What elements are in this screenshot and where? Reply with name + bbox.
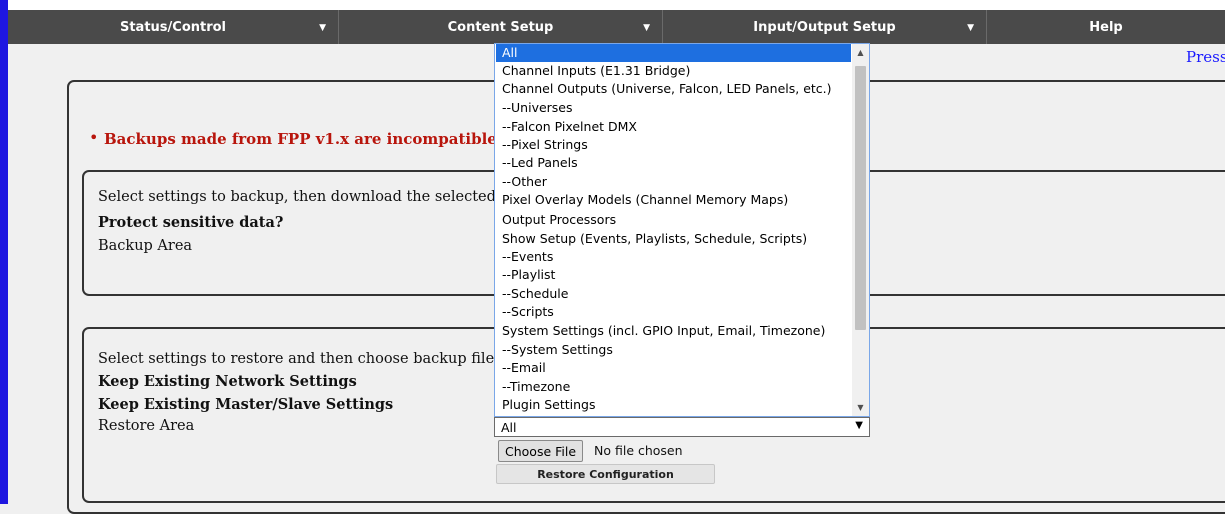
nav-label: Status/Control [119, 19, 227, 35]
dropdown-option[interactable]: --Led Panels [496, 154, 851, 172]
nav-label: Help [1089, 19, 1123, 35]
dropdown-option[interactable]: System Settings (incl. GPIO Input, Email… [496, 322, 851, 340]
nav-content-setup[interactable]: Content Setup ▼ [339, 10, 663, 44]
dropdown-option[interactable]: --Timezone [496, 378, 851, 396]
restore-configuration-button[interactable]: Restore Configuration [496, 464, 715, 484]
nav-status-control[interactable]: Status/Control ▼ [8, 10, 339, 44]
dropdown-option[interactable]: --Other [496, 173, 851, 191]
caret-down-icon: ▼ [643, 23, 650, 33]
dropdown-option[interactable]: --Scripts [496, 303, 851, 321]
protect-sensitive-label: Protect sensitive data? [98, 214, 284, 231]
chevron-down-icon: ▼ [855, 420, 863, 431]
dropdown-option[interactable]: All [496, 44, 851, 62]
dropdown-option[interactable]: Plugin Settings [496, 396, 851, 414]
dropdown-scrollbar[interactable]: ▲ ▼ [852, 44, 869, 416]
select-value: All [501, 420, 517, 435]
backup-area-label: Backup Area [98, 238, 193, 254]
scroll-down-arrow-icon[interactable]: ▼ [852, 399, 869, 416]
compat-warning: Backups made from FPP v1.x are incompati… [104, 130, 521, 148]
nav-label: Content Setup [447, 19, 554, 35]
dropdown-option[interactable]: Channel Outputs (Universe, Falcon, LED P… [496, 80, 851, 98]
top-strip [8, 0, 1225, 10]
dropdown-option[interactable]: --Falcon Pixelnet DMX [496, 118, 851, 136]
backup-instructions: Select settings to backup, then download… [98, 189, 530, 205]
caret-down-icon: ▼ [967, 23, 974, 33]
nav-label: Input/Output Setup [753, 19, 896, 35]
nav-help[interactable]: Help [987, 10, 1225, 44]
dropdown-option[interactable]: --System Settings [496, 341, 851, 359]
choose-file-button[interactable]: Choose File [498, 440, 584, 462]
restore-area-label: Restore Area [98, 418, 195, 434]
caret-down-icon: ▼ [319, 23, 326, 33]
dropdown-option[interactable]: --Email [496, 359, 851, 377]
bullet-icon: • [89, 128, 99, 147]
scrollbar-thumb[interactable] [855, 66, 866, 330]
main-nav: Status/Control ▼ Content Setup ▼ Input/O… [8, 10, 1225, 44]
file-status-text: No file chosen [594, 443, 683, 458]
restore-area-select[interactable]: All ▼ [494, 417, 870, 437]
keep-network-label: Keep Existing Network Settings [98, 373, 357, 390]
dropdown-option[interactable]: --Schedule [496, 285, 851, 303]
press-link[interactable]: Press [1186, 48, 1225, 66]
dropdown-option[interactable]: Channel Inputs (E1.31 Bridge) [496, 62, 851, 80]
nav-input-output-setup[interactable]: Input/Output Setup ▼ [663, 10, 987, 44]
dropdown-option[interactable]: Show Setup (Events, Playlists, Schedule,… [496, 230, 851, 248]
dropdown-option[interactable]: --Pixel Strings [496, 136, 851, 154]
dropdown-option[interactable]: Pixel Overlay Models (Channel Memory Map… [496, 191, 851, 209]
dropdown-option[interactable]: --Universes [496, 99, 851, 117]
dropdown-option[interactable]: --Playlist [496, 266, 851, 284]
dropdown-option[interactable]: --Events [496, 248, 851, 266]
restore-area-dropdown-list[interactable]: All Channel Inputs (E1.31 Bridge) Channe… [494, 43, 870, 417]
keep-master-slave-label: Keep Existing Master/Slave Settings [98, 396, 394, 413]
scroll-up-arrow-icon[interactable]: ▲ [852, 44, 869, 61]
left-edge-bar [0, 0, 8, 504]
dropdown-option[interactable]: Output Processors [496, 211, 851, 229]
restore-instructions: Select settings to restore and then choo… [98, 351, 531, 367]
